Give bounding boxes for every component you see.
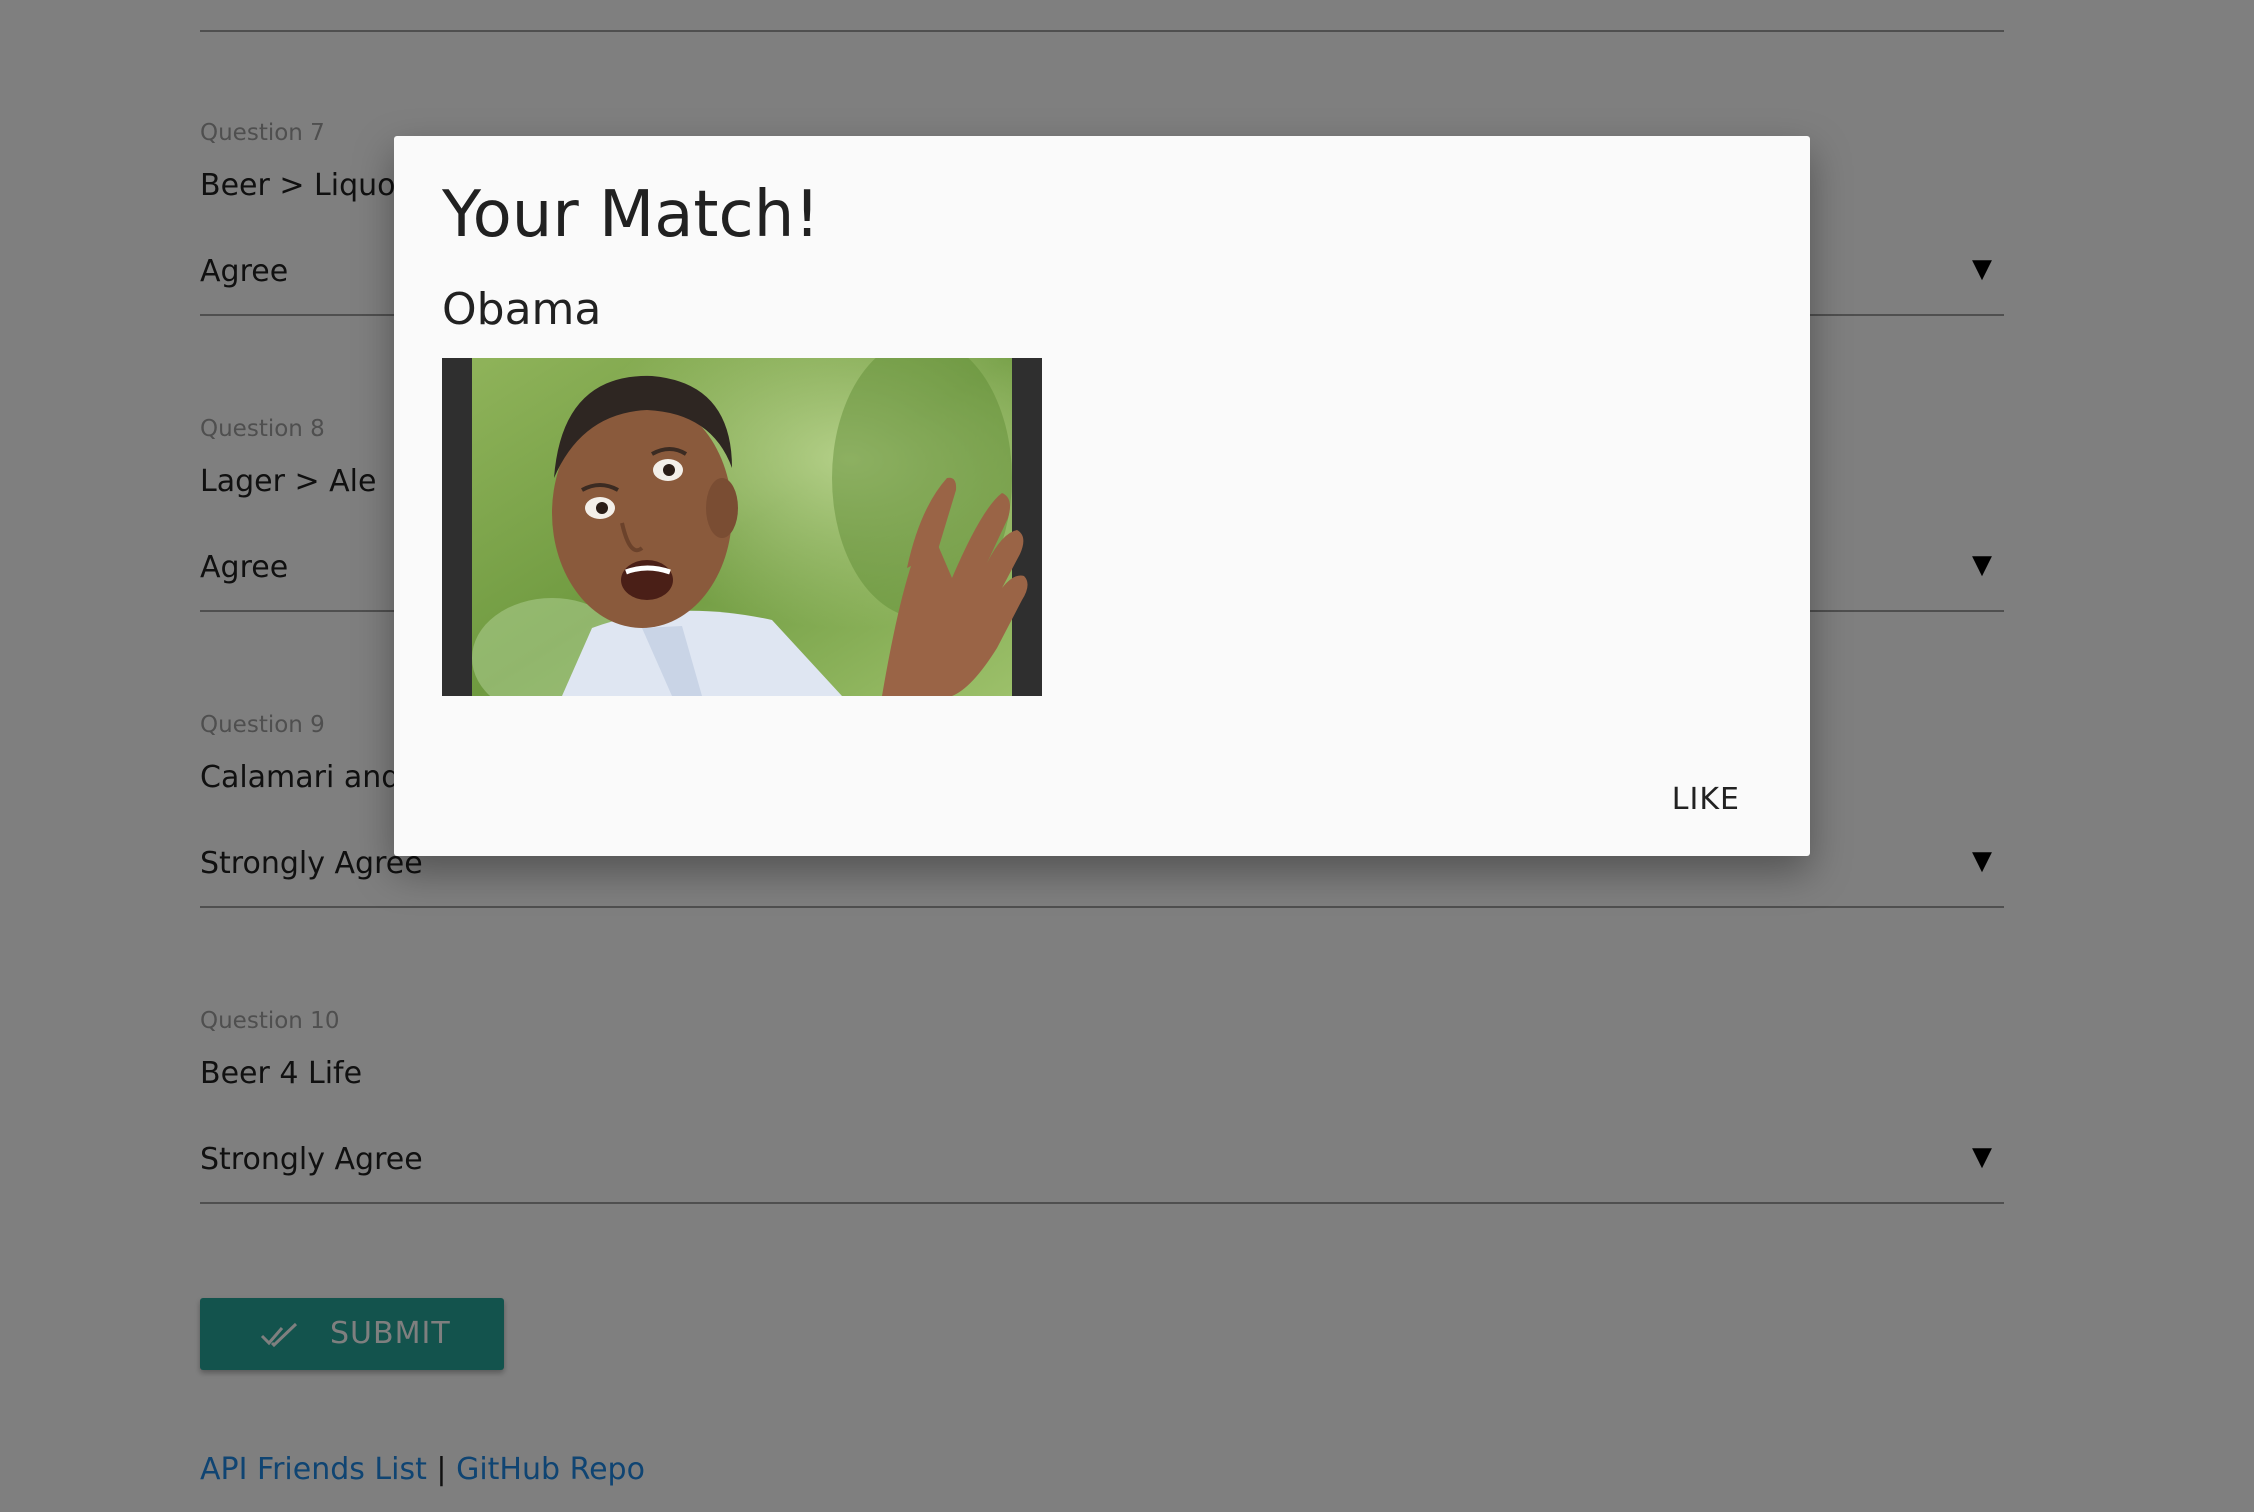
match-modal: Your Match! Obama LIKE (394, 136, 1810, 856)
modal-title: Your Match! (442, 178, 820, 252)
match-name: Obama (442, 284, 602, 335)
match-photo (442, 358, 1042, 696)
like-button[interactable]: LIKE (1672, 782, 1740, 817)
match-photo-illustration (472, 358, 1028, 696)
